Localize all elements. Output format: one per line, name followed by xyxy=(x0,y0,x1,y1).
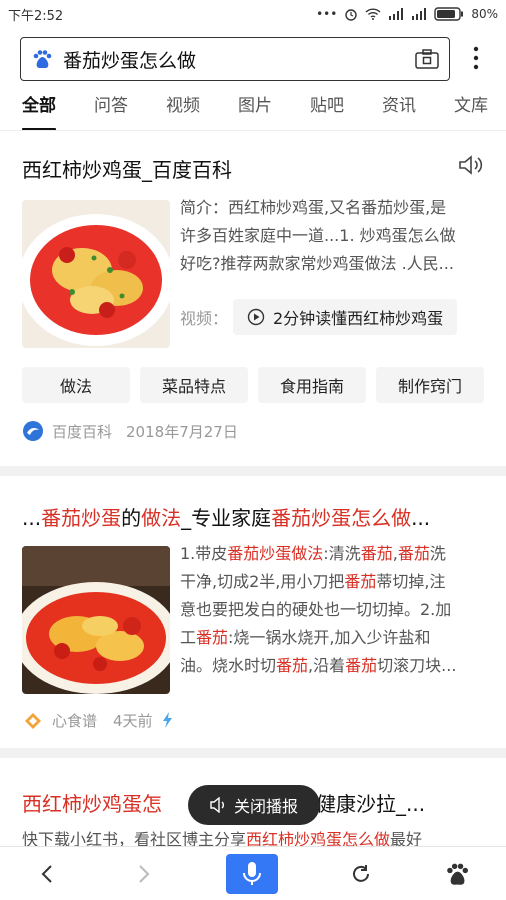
battery-percent: 80% xyxy=(471,7,498,21)
status-time: 下午2:52 xyxy=(8,8,64,24)
result-card-xinshipu[interactable]: ...番茄炒蛋的做法_专业家庭番茄炒蛋怎么做... 1.带皮番茄炒蛋做法:清洗番… xyxy=(0,476,506,748)
voice-search-button[interactable] xyxy=(225,853,278,894)
title-part: ... xyxy=(22,506,42,530)
title-part-highlight: 番茄炒蛋怎么做 xyxy=(271,506,412,530)
video-button-label: 2分钟读懂西红柿炒鸡蛋 xyxy=(273,309,444,328)
snippet-line: 油。烧水时切番茄,沿着番茄切滚刀块... xyxy=(180,656,457,675)
title-part: 的 xyxy=(121,506,142,530)
snippet-line: 1.带皮番茄炒蛋做法:清洗番茄,番茄洗 xyxy=(180,544,446,563)
signal-icon xyxy=(389,8,404,20)
title-part: _专业家庭 xyxy=(181,506,272,530)
snippet-line: 好吃?推荐两款家常炒鸡蛋做法 .人民... xyxy=(180,254,454,273)
dish-image[interactable] xyxy=(22,200,170,348)
result-source: 百度百科 2018年7月27日 xyxy=(22,420,238,442)
search-input[interactable]: 番茄炒蛋怎么做 xyxy=(63,46,415,73)
refresh-icon[interactable] xyxy=(349,862,373,886)
tab-images[interactable]: 图片 xyxy=(238,91,272,130)
bottom-toolbar xyxy=(0,846,506,900)
signal2-icon xyxy=(412,8,427,20)
back-icon[interactable] xyxy=(36,862,60,886)
search-box[interactable]: 番茄炒蛋怎么做 xyxy=(20,37,450,81)
tab-tieba[interactable]: 贴吧 xyxy=(310,91,344,130)
title-part: ... xyxy=(411,506,431,530)
tab-all[interactable]: 全部 xyxy=(22,91,56,130)
status-bar: 下午2:52 ••• 80% xyxy=(0,0,506,28)
source-date: 2018年7月27日 xyxy=(126,422,238,441)
pill-recipe[interactable]: 做法 xyxy=(22,367,130,403)
title-part-highlight: 番茄炒蛋 xyxy=(41,506,122,530)
tab-qa[interactable]: 问答 xyxy=(94,91,128,130)
forward-icon[interactable] xyxy=(131,862,155,886)
xinshipu-logo-icon xyxy=(25,713,41,729)
speaker-icon[interactable] xyxy=(458,154,484,176)
speaker-icon xyxy=(210,797,224,813)
snippet-line: 工番茄:烧一锅水烧开,加入少许盐和 xyxy=(180,628,431,647)
tab-news[interactable]: 资讯 xyxy=(382,91,416,130)
baidu-paw-icon xyxy=(33,50,52,69)
play-icon xyxy=(247,308,265,326)
camera-icon[interactable] xyxy=(415,49,439,69)
baike-logo-icon xyxy=(23,421,43,441)
battery-icon xyxy=(434,7,464,21)
snippet-line: 许多百姓家庭中一道...1. 炒鸡蛋怎么做 xyxy=(180,226,456,245)
toast-label: 关闭播报 xyxy=(233,797,298,816)
result-snippet: 快下载小红书，看社区博主分享西红柿炒鸡蛋怎么做最好 xyxy=(22,830,423,846)
baidu-home-icon[interactable] xyxy=(444,861,470,887)
snippet-line: 干净,切成2半,用小刀把番茄蒂切掉,注 xyxy=(180,572,446,591)
video-button[interactable]: 2分钟读懂西红柿炒鸡蛋 xyxy=(233,299,458,335)
status-icons: ••• 80% xyxy=(316,7,498,21)
pill-tips[interactable]: 制作窍门 xyxy=(376,367,484,403)
source-name: 心食谱 xyxy=(52,711,98,730)
wifi-icon xyxy=(365,8,381,20)
microphone-icon xyxy=(242,861,261,885)
more-dots-icon: ••• xyxy=(316,7,338,21)
result-title[interactable]: ...番茄炒蛋的做法_专业家庭番茄炒蛋怎么做... xyxy=(22,502,488,531)
snippet-line: 意也要把发白的硬处也一切切掉。2.加 xyxy=(180,600,452,619)
snippet-line: 简介：西红柿炒鸡蛋,又名番茄炒蛋,是 xyxy=(180,198,447,217)
result-title[interactable]: 西红柿炒鸡蛋怎 xyxy=(22,788,162,817)
source-name: 百度百科 xyxy=(52,422,113,441)
result-snippet: 1.带皮番茄炒蛋做法:清洗番茄,番茄洗 干净,切成2半,用小刀把番茄蒂切掉,注 … xyxy=(180,540,490,680)
divider xyxy=(0,748,506,758)
result-title[interactable]: 西红柿炒鸡蛋_百度百科 xyxy=(22,154,232,183)
result-card-baike[interactable]: 西红柿炒鸡蛋_百度百科 简介：西红柿炒鸡蛋,又名番茄炒蛋,是 许多百姓家庭中一道… xyxy=(0,132,506,467)
pill-guide[interactable]: 食用指南 xyxy=(258,367,366,403)
result-snippet: 简介：西红柿炒鸡蛋,又名番茄炒蛋,是 许多百姓家庭中一道...1. 炒鸡蛋怎么做… xyxy=(180,194,490,278)
alarm-icon xyxy=(345,9,358,21)
title-part-highlight: 做法 xyxy=(141,506,182,530)
stop-broadcast-button[interactable]: 关闭播报 xyxy=(188,785,320,825)
result-source: 心食谱 4天前 xyxy=(22,709,175,731)
more-menu-icon[interactable] xyxy=(466,43,486,73)
lightning-icon xyxy=(162,712,172,728)
pill-features[interactable]: 菜品特点 xyxy=(140,367,248,403)
tab-wenku[interactable]: 文库 xyxy=(454,91,488,130)
dish-image[interactable] xyxy=(22,546,170,694)
source-age: 4天前 xyxy=(113,711,153,730)
category-tabs: 全部 问答 视频 图片 贴吧 资讯 文库 xyxy=(0,91,506,131)
result-title-tail[interactable]: 健康沙拉_... xyxy=(316,788,425,817)
tab-video[interactable]: 视频 xyxy=(166,91,200,130)
video-label: 视频： xyxy=(180,309,229,328)
divider xyxy=(0,466,506,476)
